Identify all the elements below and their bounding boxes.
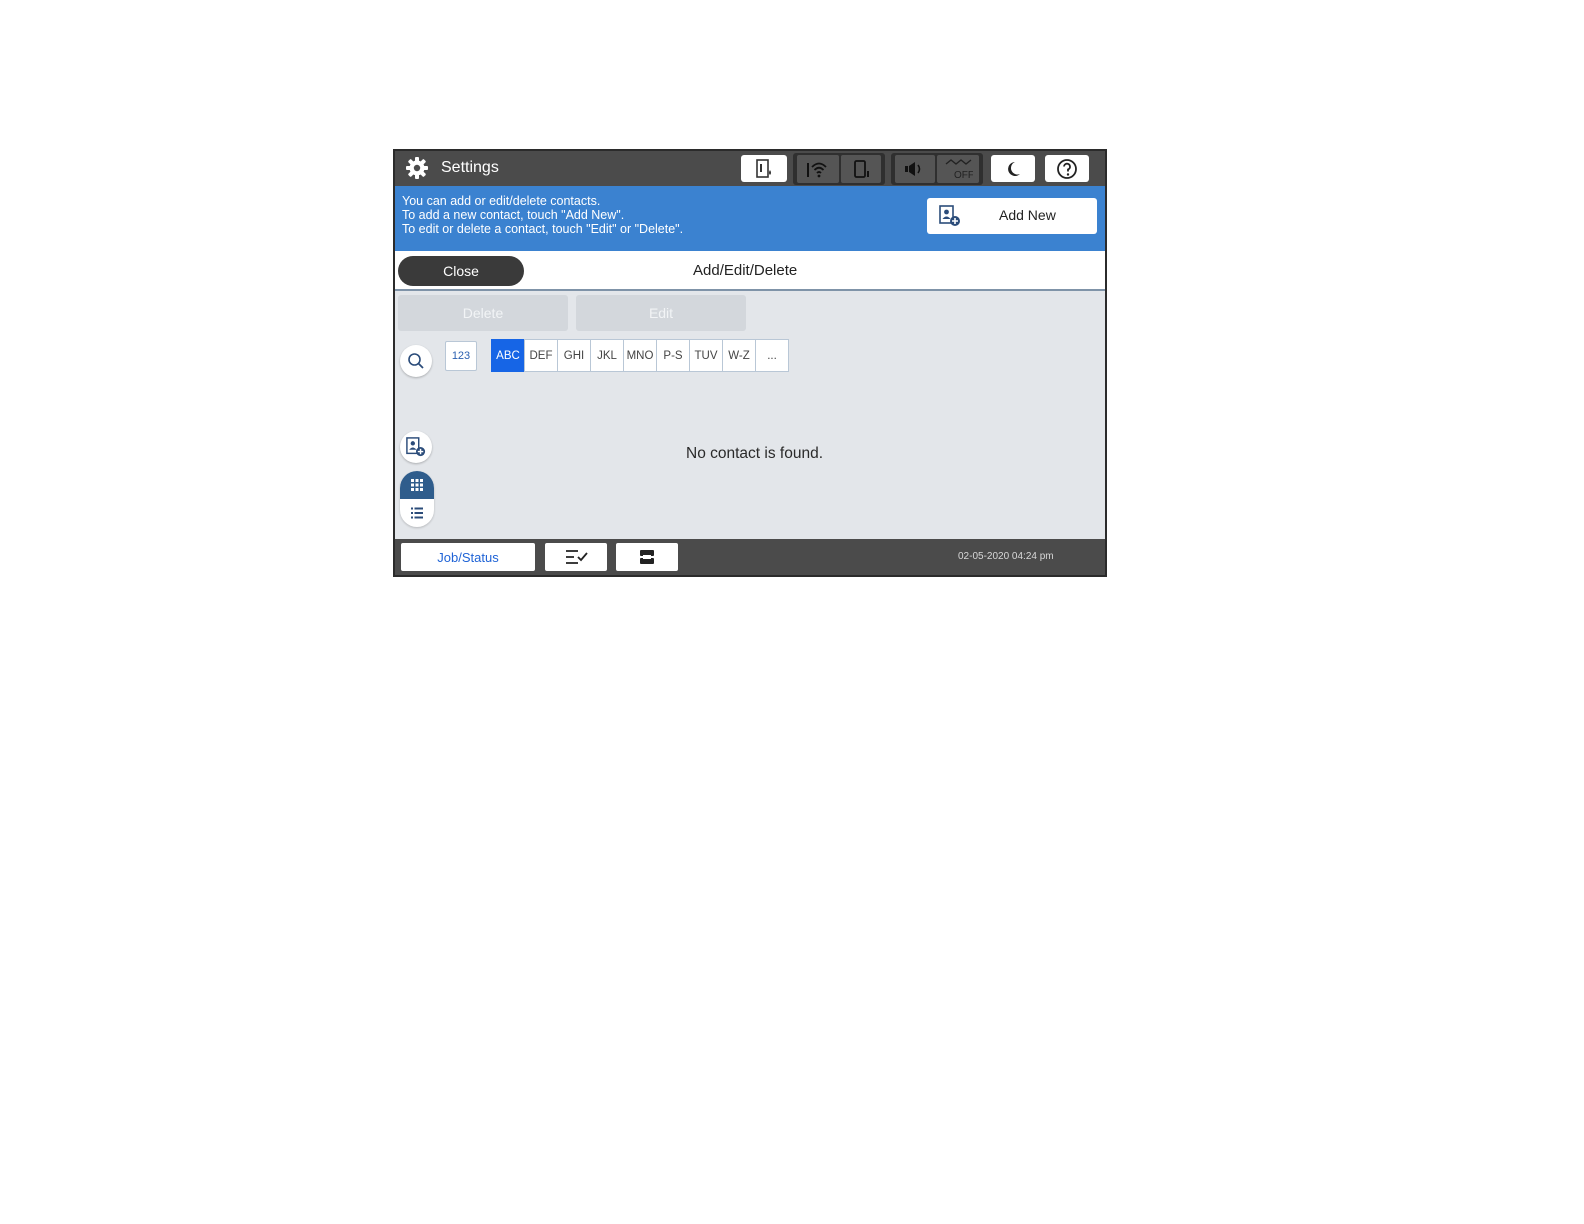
index-tab-numeric[interactable]: 123 [445,341,477,371]
job-check-button[interactable] [545,543,607,571]
index-tab-p-s[interactable]: P-S [656,339,690,372]
help-icon [1057,158,1077,179]
index-tabs: ABC DEF GHI JKL MNO P-S TUV W-Z ... [491,339,789,372]
speaker-icon [905,162,921,176]
footer-bar: Job/Status 02-05-2020 04:24 pm [395,539,1105,575]
index-tab-mno[interactable]: MNO [623,339,657,372]
title-bar: Close Add/Edit/Delete [395,251,1105,291]
add-new-button[interactable]: Add New [927,198,1097,234]
index-tab-abc[interactable]: ABC [491,339,525,372]
view-toggle [400,471,434,527]
grid-view-button[interactable] [400,471,434,499]
ink-status-button[interactable] [741,155,787,182]
network-status-group [793,153,885,185]
svg-text:OFF: OFF [954,170,973,181]
printer-screen: Settings OFF You can add or edit/delete … [393,149,1107,577]
index-tab-def[interactable]: DEF [524,339,558,372]
job-check-icon [566,550,588,564]
edit-button[interactable]: Edit [576,295,746,331]
index-tab-other[interactable]: ... [755,339,789,372]
sound-fax-status-group: OFF [891,153,983,185]
add-contact-icon [406,437,426,457]
info-message: You can add or edit/delete contacts. To … [402,194,683,236]
info-line: You can add or edit/delete contacts. [402,194,601,208]
wifi-icon [807,162,827,178]
job-status-button[interactable]: Job/Status [401,543,535,571]
speaker-status-button[interactable] [895,155,935,183]
wifi-direct-status-button[interactable] [841,155,881,183]
close-button[interactable]: Close [398,256,524,286]
wifi-status-button[interactable] [797,155,839,183]
help-button[interactable] [1045,155,1089,182]
header-bar: Settings OFF [395,151,1105,186]
info-bar: You can add or edit/delete contacts. To … [395,186,1105,251]
ink-icon [756,158,771,178]
add-contact-side-button[interactable] [400,431,432,463]
index-tab-jkl[interactable]: JKL [590,339,624,372]
wifi-direct-icon [854,160,869,178]
grid-icon [411,479,423,491]
stop-button[interactable] [616,543,678,571]
sleep-moon-icon [1008,161,1020,176]
delete-button[interactable]: Delete [398,295,568,331]
search-button[interactable] [400,345,432,377]
timestamp: 02-05-2020 04:24 pm [958,551,1054,562]
search-icon [408,353,424,369]
gear-icon [406,157,428,179]
list-icon [411,507,423,519]
info-line: To add a new contact, touch "Add New". [402,208,625,222]
add-contact-icon [939,205,960,226]
add-new-label: Add New [999,207,1056,223]
index-tab-tuv[interactable]: TUV [689,339,723,372]
fax-status-button[interactable]: OFF [937,155,979,183]
header-title: Settings [441,159,499,176]
fax-off-icon: OFF [945,159,973,181]
printer-icon [640,550,654,564]
empty-contacts-message: No contact is found. [686,445,823,462]
sleep-button[interactable] [991,155,1035,182]
page-title: Add/Edit/Delete [693,262,798,279]
index-tab-w-z[interactable]: W-Z [722,339,756,372]
list-view-button[interactable] [400,499,434,527]
index-tab-ghi[interactable]: GHI [557,339,591,372]
info-line: To edit or delete a contact, touch "Edit… [402,222,684,236]
